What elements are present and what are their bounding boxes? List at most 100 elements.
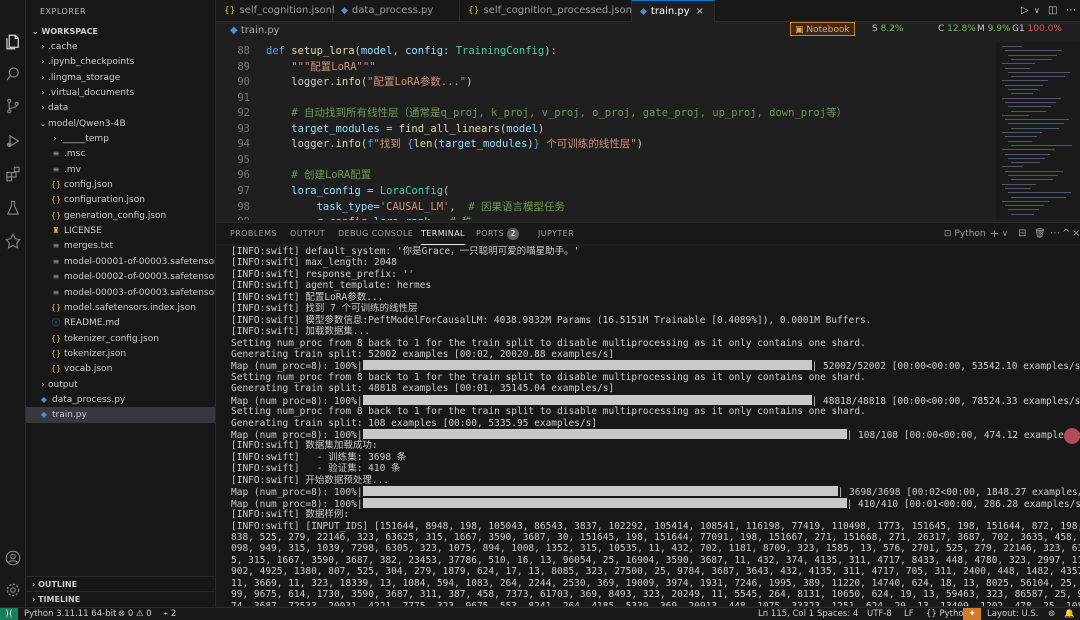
tree-file[interactable]: ≡ model-00001-of-00003.safetensors: [26, 254, 215, 269]
tab-terminal[interactable]: TERMINAL: [421, 223, 465, 245]
minimap-line: [1008, 157, 1045, 159]
tree-file[interactable]: {} configuration.json: [26, 192, 215, 207]
cursor-position[interactable]: Ln 115, Col 1: [758, 608, 814, 620]
minimap-line: [1008, 89, 1038, 90]
tree-file[interactable]: ≡ merges.txt: [26, 238, 215, 253]
terminal-line: [INFO:swift] 加载数据集...: [231, 326, 1080, 337]
run-debug-icon[interactable]: [3, 131, 23, 151]
trash-icon[interactable]: 🗑: [1034, 223, 1046, 245]
encoding[interactable]: UTF-8: [867, 608, 892, 620]
close-icon[interactable]: ×: [696, 6, 704, 17]
split-terminal-icon[interactable]: ⊟: [1018, 223, 1027, 245]
code-line[interactable]: 88 def setup_lora(model, config: Training…: [216, 44, 557, 60]
tree-file[interactable]: ♜ LICENSE: [26, 223, 215, 238]
tree-folder[interactable]: › data: [26, 100, 215, 115]
timeline-section[interactable]: › TIMELINE: [26, 591, 215, 606]
terminal-shell-select[interactable]: ⊡ Python: [944, 223, 986, 245]
terminal-icon: ⊡: [944, 229, 955, 239]
more-actions-icon[interactable]: ⋯: [1050, 223, 1060, 245]
tree-file[interactable]: ≡ .mv: [26, 162, 215, 177]
tab-train-py[interactable]: ◆ train.py ×: [632, 0, 715, 22]
json-icon: {}: [50, 302, 62, 312]
tree-file[interactable]: ◆ data_process.py: [26, 392, 215, 407]
tree-file[interactable]: ≡ model-00003-of-00003.safetensors: [26, 285, 215, 300]
code-line[interactable]: 95: [216, 153, 266, 169]
close-panel-icon[interactable]: ×: [1072, 223, 1080, 245]
workspace-section[interactable]: ⌄ WORKSPACE: [26, 24, 215, 39]
chevron-down-icon[interactable]: ∨: [1034, 0, 1040, 22]
tree-folder[interactable]: › .ipynb_checkpoints: [26, 54, 215, 69]
code-line[interactable]: 96 # 创建LoRA配置: [216, 168, 371, 184]
chevron-down-icon: ⌄: [32, 27, 42, 36]
lingma-icon[interactable]: ✦: [963, 608, 981, 620]
minimap[interactable]: [996, 42, 1080, 220]
tab-problems[interactable]: PROBLEMS: [230, 223, 277, 245]
terminal-output[interactable]: [INFO:swift] default_system: '你是Grace，一只…: [216, 246, 1080, 606]
python-interpreter[interactable]: Python 3.11.11 64-bit: [24, 608, 116, 620]
notifications-bell-icon[interactable]: 🔔: [1064, 608, 1075, 620]
code-line[interactable]: 91: [216, 91, 266, 107]
tab-label: self_cognition.jsonl: [239, 5, 335, 16]
code-line[interactable]: 99 r=config.lora_rank, # 秩: [216, 215, 472, 220]
code-line[interactable]: 98 task_type='CAUSAL_LM', # 因果语言模型任务: [216, 200, 565, 216]
tree-folder[interactable]: › .virtual_documents: [26, 85, 215, 100]
extensions-icon[interactable]: [3, 164, 23, 184]
tree-file[interactable]: ⓘ README.md: [26, 315, 215, 330]
tree-folder[interactable]: ⌄ model/Qwen3-4B: [26, 116, 215, 131]
tree-file[interactable]: {} config.json: [26, 177, 215, 192]
tree-file[interactable]: {} tokenizer.json: [26, 346, 215, 361]
outline-section[interactable]: › OUTLINE: [26, 576, 215, 591]
code-line[interactable]: 89 """配置LoRA""": [216, 60, 375, 76]
maximize-panel-icon[interactable]: ^: [1062, 223, 1071, 245]
copilot-avatar-icon[interactable]: [1064, 428, 1080, 444]
tab-ports[interactable]: PORTS 2: [476, 223, 520, 245]
code-line[interactable]: 94 logger.info(f"找到 {len(target_modules)…: [216, 137, 643, 153]
split-editor-icon[interactable]: ◫: [1048, 0, 1057, 22]
tree-file[interactable]: {} vocab.json: [26, 361, 215, 376]
run-icon[interactable]: ▷: [1021, 0, 1029, 22]
jupyter-icon[interactable]: [3, 231, 23, 251]
code-line[interactable]: 97 lora_config = LoraConfig(: [216, 184, 449, 200]
tree-folder[interactable]: › .cache: [26, 39, 215, 54]
new-terminal-icon[interactable]: +: [990, 223, 1000, 245]
tree-folder[interactable]: › output: [26, 377, 215, 392]
tab-output[interactable]: OUTPUT: [290, 223, 325, 245]
code-editor[interactable]: 88 def setup_lora(model, config: Training…: [216, 42, 996, 220]
breadcrumb[interactable]: ◆ train.py: [230, 25, 280, 36]
minimap-line: [1005, 136, 1037, 138]
tab-data-process-py[interactable]: ◆ data_process.py: [333, 0, 460, 22]
settings-gear-icon[interactable]: [3, 580, 23, 600]
tab-debug-console[interactable]: DEBUG CONSOLE: [338, 223, 413, 245]
code-line[interactable]: 92 # 自动找到所有线性层（通常是q_proj, k_proj, v_proj…: [216, 106, 847, 122]
search-icon[interactable]: [3, 64, 23, 84]
ports-indicator[interactable]: ⌁ 2: [163, 608, 176, 620]
tree-file[interactable]: ≡ model-00002-of-00003.safetensors: [26, 269, 215, 284]
chevron-down-icon[interactable]: ∨: [1002, 223, 1008, 245]
code-line[interactable]: 93 target_modules = find_all_linears(mod…: [216, 122, 544, 138]
tree-file[interactable]: ≡ .msc: [26, 146, 215, 161]
tab-jupyter[interactable]: JUPYTER: [538, 223, 574, 245]
source-control-icon[interactable]: [3, 96, 23, 116]
tree-folder[interactable]: › ._____temp: [26, 131, 215, 146]
keyboard-layout[interactable]: Layout: U.S.: [987, 608, 1038, 620]
tree-file[interactable]: ◆ train.py: [26, 407, 215, 423]
notebook-button[interactable]: ▣ Notebook: [790, 22, 855, 36]
accounts-icon[interactable]: ⊚: [1048, 608, 1055, 620]
tab-self-cognition-jsonl[interactable]: {} self_cognition.jsonl: [216, 0, 335, 22]
account-icon[interactable]: [3, 548, 23, 568]
tree-folder[interactable]: › .lingma_storage: [26, 70, 215, 85]
remote-icon[interactable]: ⟩⟨: [0, 608, 18, 620]
indentation[interactable]: Spaces: 4: [817, 608, 858, 620]
tree-file[interactable]: {} tokenizer_config.json: [26, 331, 215, 346]
error-icon: ⊗: [118, 609, 128, 619]
problems-indicator[interactable]: ⊗ 0 ⚠ 0: [118, 608, 152, 620]
terminal-line: Setting num_proc from 8 back to 1 for th…: [231, 372, 1080, 383]
line-ending[interactable]: LF: [904, 608, 914, 620]
tree-file[interactable]: {} generation_config.json: [26, 208, 215, 223]
tree-file[interactable]: {} model.safetensors.index.json: [26, 300, 215, 315]
code-line[interactable]: 90 logger.info("配置LoRA参数..."): [216, 75, 472, 91]
more-actions-icon[interactable]: ⋯: [1066, 0, 1076, 22]
explorer-icon[interactable]: [3, 32, 23, 52]
tab-self-cognition-processed-jsonl[interactable]: {} self_cognition_processed.jsonl: [460, 0, 635, 22]
testing-flask-icon[interactable]: [3, 198, 23, 218]
